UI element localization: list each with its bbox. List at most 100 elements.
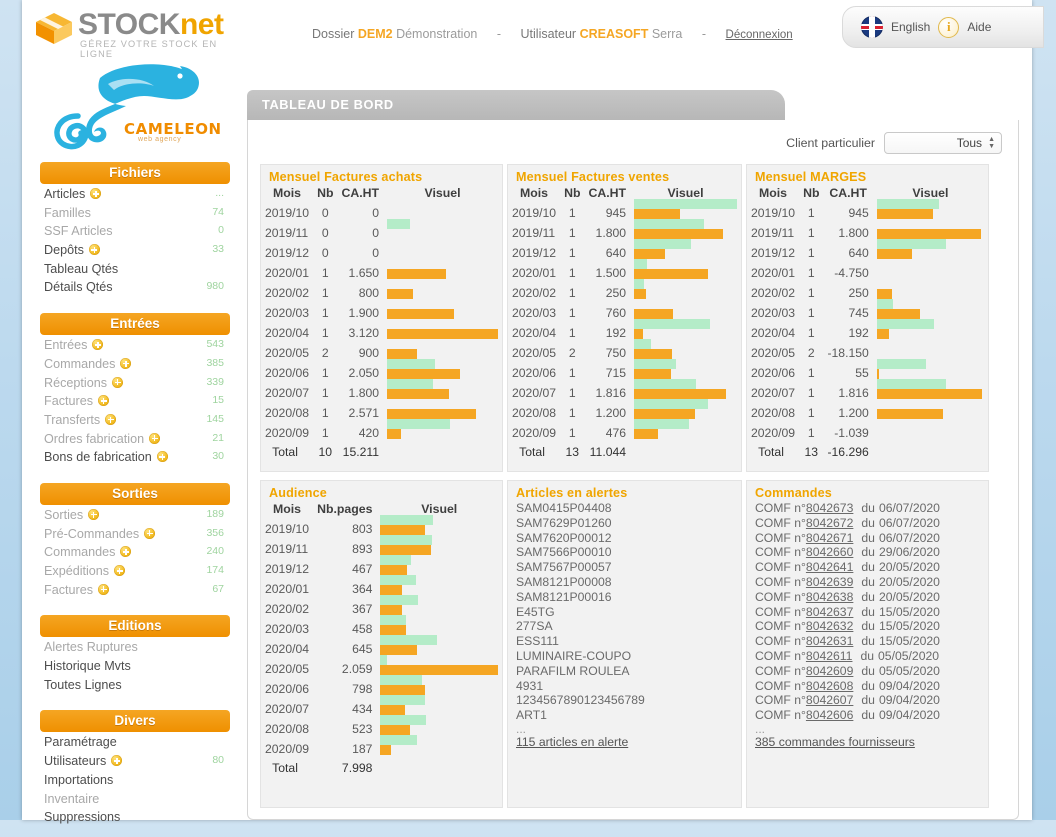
order-number-link[interactable]: 8042607 [806, 693, 853, 707]
order-number-link[interactable]: 8042606 [806, 708, 853, 722]
add-icon[interactable] [120, 546, 132, 558]
add-icon[interactable] [98, 583, 109, 595]
sidebar-item-historique-mvts[interactable]: Historique Mvts [34, 659, 236, 678]
alerts-more-link[interactable]: 115 articles en alerte [516, 735, 628, 749]
alert-item[interactable]: E45TG [508, 605, 741, 620]
info-icon[interactable]: i [938, 16, 960, 38]
order-date: 09/04/2020 [878, 708, 940, 723]
card-title: Audience [269, 486, 327, 500]
alert-item[interactable]: SAM7567P00057 [508, 560, 741, 575]
add-icon[interactable] [105, 413, 117, 425]
alert-item[interactable]: 1234567890123456789 [508, 693, 741, 708]
bar-orange [380, 745, 391, 755]
order-number-link[interactable]: 8042632 [806, 619, 853, 633]
add-icon[interactable] [114, 565, 126, 576]
sidebar-item-familles[interactable]: Familles 74 [34, 206, 236, 225]
alert-item[interactable]: SAM0415P04408 [508, 501, 741, 516]
bar-green [876, 299, 893, 309]
sidebar-item-exp-ditions[interactable]: Expéditions 174 [34, 564, 236, 583]
help-label[interactable]: Aide [967, 20, 991, 34]
sidebar-item-entr-es[interactable]: Entrées 543 [34, 338, 236, 357]
bar-orange [380, 645, 417, 655]
sidebar-item-dep-ts[interactable]: Depôts 33 [34, 243, 236, 262]
add-icon[interactable] [120, 357, 132, 369]
sidebar-item-label: Détails Qtés [44, 280, 113, 295]
cell-nb: 2 [321, 346, 329, 360]
order-number-link[interactable]: 8042673 [806, 501, 853, 515]
sidebar-item-bons-de-fabrication[interactable]: Bons de fabrication 30 [34, 450, 236, 469]
sidebar-item-toutes-lignes[interactable]: Toutes Lignes [34, 678, 236, 697]
add-icon[interactable] [88, 508, 100, 520]
client-filter-select[interactable]: Tous ▲ ▼ [884, 132, 1002, 154]
alert-item[interactable]: PARAFILM ROULEA [508, 664, 741, 679]
order-number-link[interactable]: 8042639 [806, 575, 853, 589]
sidebar-item-tableau-qt-s[interactable]: Tableau Qtés [34, 262, 236, 281]
bar-green [380, 555, 411, 565]
column-header: Nb [803, 186, 820, 200]
logout-link[interactable]: Déconnexion [726, 29, 793, 41]
cell-value: 1.800 [595, 226, 627, 240]
alert-item[interactable]: SAM8121P00008 [508, 575, 741, 590]
order-number-link[interactable]: 8042631 [806, 634, 853, 648]
alert-item[interactable]: SAM8121P00016 [508, 590, 741, 605]
add-icon[interactable] [111, 755, 123, 767]
order-number-link[interactable]: 8042641 [806, 560, 853, 574]
sidebar-item-pr-commandes[interactable]: Pré-Commandes 356 [34, 527, 236, 546]
add-icon[interactable] [144, 527, 156, 539]
bar-orange [380, 625, 407, 635]
alert-item[interactable]: SAM7629P01260 [508, 516, 741, 531]
order-number-link[interactable]: 8042608 [806, 679, 853, 693]
sidebar-item-commandes[interactable]: Commandes 240 [34, 545, 236, 564]
tab-tableau-de-bord[interactable]: TABLEAU DE BORD [247, 90, 785, 120]
sidebar-item-transferts[interactable]: Transferts 145 [34, 413, 236, 432]
sidebar-item-importations[interactable]: Importations [34, 773, 236, 792]
alert-item[interactable]: LUMINAIRE-COUPO [508, 649, 741, 664]
sidebar-item-sorties[interactable]: Sorties 189 [34, 508, 236, 527]
sidebar-item-factures[interactable]: Factures 67 [34, 583, 236, 602]
add-icon[interactable] [149, 432, 161, 444]
sidebar-item-r-ceptions[interactable]: Réceptions 339 [34, 376, 236, 395]
language-label[interactable]: English [891, 20, 930, 34]
sidebar-item-commandes[interactable]: Commandes 385 [34, 357, 236, 376]
order-number-link[interactable]: 8042609 [806, 664, 853, 678]
cell-nb: 0 [321, 246, 329, 260]
sidebar-item-factures[interactable]: Factures 15 [34, 394, 236, 413]
order-date: 15/05/2020 [878, 619, 940, 634]
alert-item[interactable]: 4931 [508, 679, 741, 694]
order-number-link[interactable]: 8042637 [806, 605, 853, 619]
order-number-link[interactable]: 8042611 [806, 649, 853, 663]
order-number-link[interactable]: 8042638 [806, 590, 853, 604]
sidebar-item-articles[interactable]: Articles... [34, 187, 236, 206]
alert-item[interactable]: ESS111 [508, 634, 741, 649]
sidebar-item-utilisateurs[interactable]: Utilisateurs 80 [34, 754, 236, 773]
order-number-link[interactable]: 8042660 [806, 545, 853, 559]
add-icon[interactable] [112, 376, 124, 388]
sidebar-item-param-trage[interactable]: Paramétrage [34, 735, 236, 754]
uk-flag-icon[interactable] [861, 16, 883, 38]
sidebar-item-ssf-articles[interactable]: SSF Articles 0 [34, 224, 236, 243]
cell-mois: 2020/03 [751, 306, 796, 320]
add-icon[interactable] [88, 244, 100, 256]
alert-item[interactable]: 277SA [508, 619, 741, 634]
orders-more-link[interactable]: 385 commandes fournisseurs [755, 735, 915, 749]
add-icon[interactable] [90, 188, 102, 199]
add-icon[interactable] [156, 451, 168, 463]
order-row: COMF n°8042632 du 15/05/2020 [747, 619, 988, 634]
app-logo[interactable]: STOCKnet GÉREZ VOTRE STOCK EN LIGNE [34, 6, 246, 59]
alert-item[interactable]: ART1 [508, 708, 741, 723]
sidebar-item-alertes-ruptures[interactable]: Alertes Ruptures [34, 640, 236, 659]
add-icon[interactable] [92, 339, 104, 351]
cell-mois: 2019/12 [265, 562, 310, 576]
total-label: Total [272, 445, 298, 459]
alert-item[interactable]: SAM7620P00012 [508, 531, 741, 546]
order-number-link[interactable]: 8042672 [806, 516, 853, 530]
order-number-link[interactable]: 8042671 [806, 531, 853, 545]
add-icon[interactable] [98, 395, 109, 407]
cell-value: 367 [352, 602, 373, 616]
total-value: 11.044 [589, 445, 627, 459]
sidebar-item-ordres-fabrication[interactable]: Ordres fabrication 21 [34, 432, 236, 451]
sidebar-item-d-tails-qt-s[interactable]: Détails Qtés 980 [34, 280, 236, 299]
alert-item[interactable]: SAM7566P00010 [508, 545, 741, 560]
column-header: Nb [564, 186, 581, 200]
sidebar-item-inventaire[interactable]: Inventaire [34, 792, 236, 811]
